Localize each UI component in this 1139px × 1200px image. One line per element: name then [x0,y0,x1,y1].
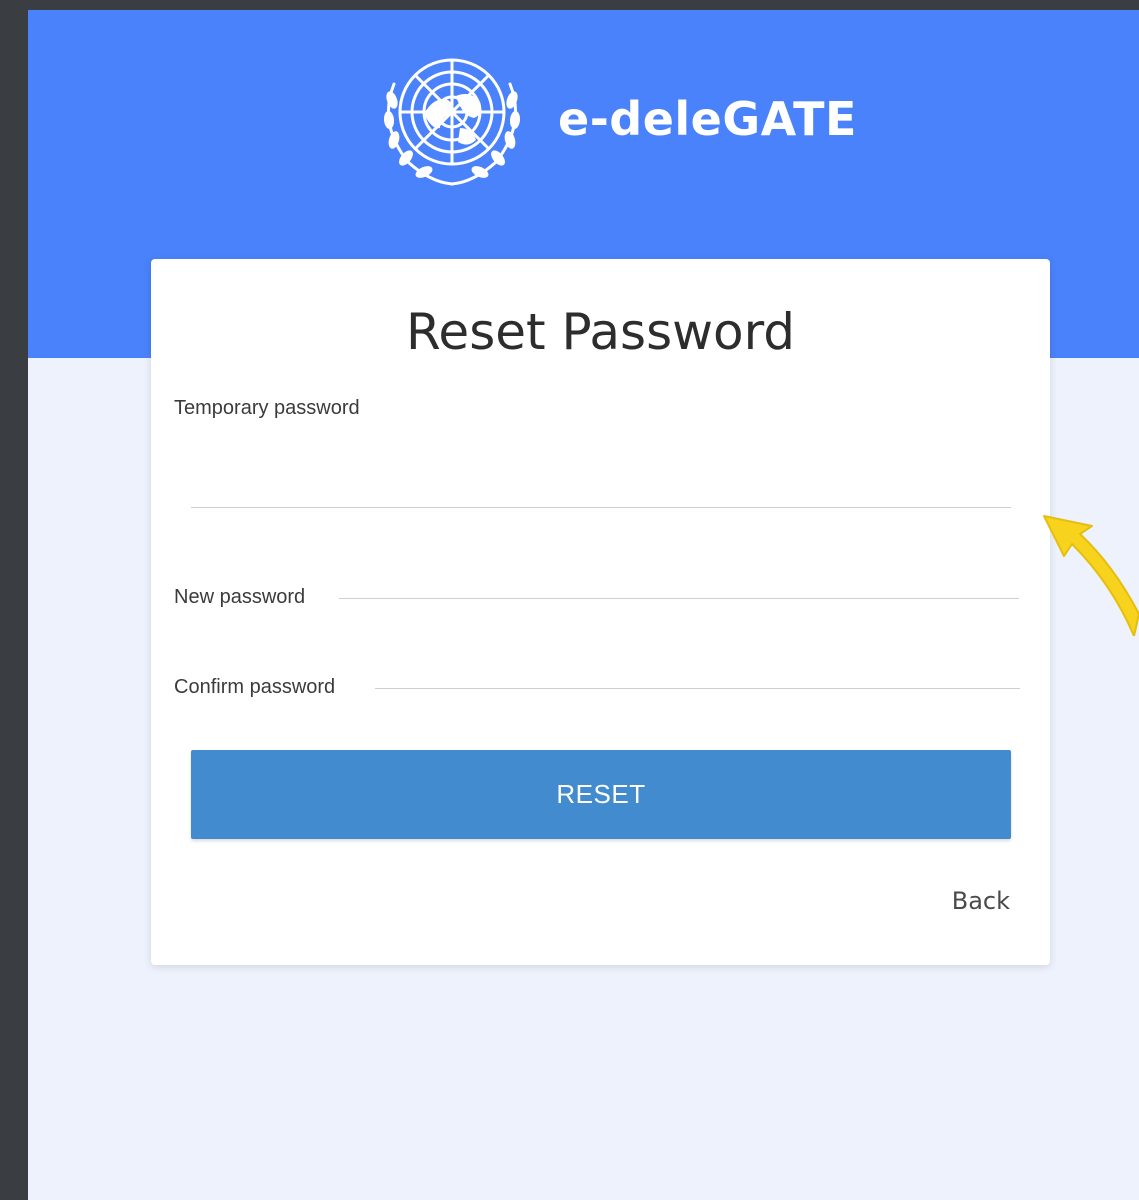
temporary-password-underline [191,507,1011,508]
page-title: Reset Password [405,303,796,361]
temporary-password-label: Temporary password [174,397,360,419]
un-emblem-icon [364,44,540,194]
brand: e-deleGATE [364,44,857,194]
brand-name: e-deleGATE [558,92,857,146]
confirm-password-label: Confirm password [174,676,336,698]
reset-button[interactable]: RESET [191,750,1011,839]
app-window: e-deleGATE Reset Password Temporary pass… [28,10,1139,1200]
new-password-label: New password [174,586,306,608]
reset-password-card: Reset Password Temporary password New pa… [151,259,1050,965]
new-password-input[interactable] [341,573,1017,599]
back-link[interactable]: Back [952,887,1010,915]
confirm-password-input[interactable] [377,663,1018,689]
annotation-arrow-icon [1034,496,1139,641]
temporary-password-input[interactable] [191,459,1011,499]
